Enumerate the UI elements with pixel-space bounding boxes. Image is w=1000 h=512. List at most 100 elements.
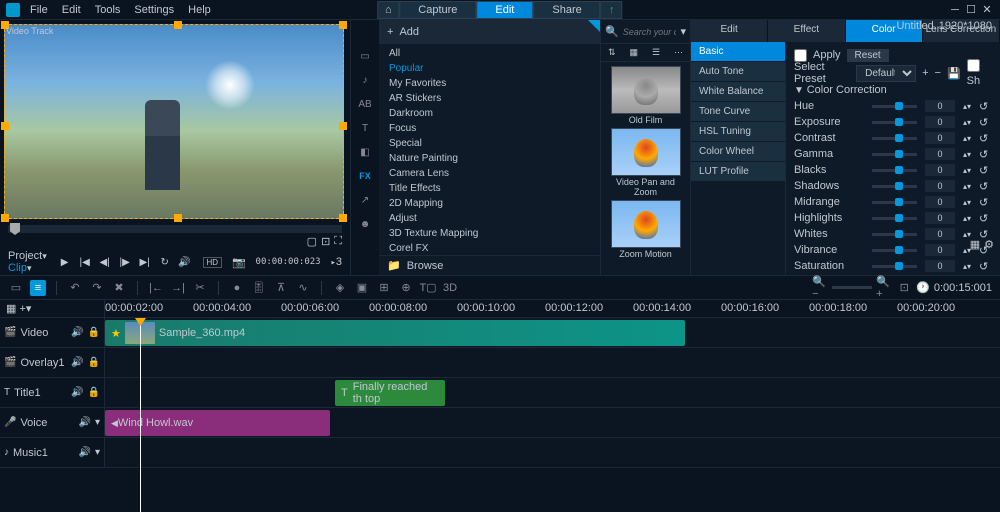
search-input[interactable] [623,27,677,37]
redo-icon[interactable]: ↷ [89,280,105,296]
prop-value[interactable]: 0 [925,196,955,208]
next-icon[interactable]: ▶| [137,254,153,270]
delete-icon[interactable]: ✖ [111,280,127,296]
title-icon[interactable]: T [356,120,374,136]
mute-icon[interactable]: 🔊 [71,357,83,368]
settings-icon[interactable]: ⚙ [984,238,994,251]
prop-slider[interactable] [872,217,917,220]
transition-icon[interactable]: AB [356,96,374,112]
prop-value[interactable]: 0 [925,148,955,160]
snapshot-icon[interactable]: 📷 [232,256,246,269]
tab-effect[interactable]: Effect [768,20,845,42]
subtab-item[interactable]: Basic [691,42,785,61]
crop-icon[interactable]: ▢ [307,235,317,248]
category-item[interactable]: My Favorites [379,76,600,91]
prop-slider[interactable] [872,185,917,188]
tab-edit[interactable]: Edit [476,1,533,19]
undo-icon[interactable]: ↶ [67,280,83,296]
prop-value[interactable]: 0 [925,180,955,192]
subtab-item[interactable]: Color Wheel [691,142,785,161]
reset-prop-icon[interactable]: ↺ [979,164,988,177]
multicam-icon[interactable]: ⊞ [376,280,392,296]
frame-fwd-icon[interactable]: |▶ [117,254,133,270]
minimize-icon[interactable]: ─ [948,5,962,15]
category-item[interactable]: Title Effects [379,181,600,196]
upload-icon[interactable]: ↑ [601,1,623,19]
loop-icon[interactable]: ↻ [157,254,173,270]
stepper-icon[interactable]: ▴▾ [963,198,971,207]
prop-value[interactable]: 0 [925,132,955,144]
storyboard-icon[interactable]: ▭ [8,280,24,296]
chapter-icon[interactable]: ◈ [332,280,348,296]
remove-preset-icon[interactable]: − [935,67,941,79]
guides-icon[interactable]: ▦ [970,238,980,251]
mark-in-icon[interactable]: |← [148,280,164,296]
marker-icon[interactable]: HD [203,257,223,268]
reset-prop-icon[interactable]: ↺ [979,100,988,113]
grid-icon[interactable]: ▦ [629,47,638,58]
menu-edit[interactable]: Edit [62,4,81,16]
fit-icon[interactable]: ⊡ [321,235,330,248]
reset-prop-icon[interactable]: ↺ [979,196,988,209]
expand-icon[interactable]: ⋯ [674,47,683,58]
category-item[interactable]: Corel FX [379,241,600,255]
menu-tools[interactable]: Tools [95,4,121,16]
track-motion-icon[interactable]: ⊕ [398,280,414,296]
chevron-down-icon[interactable]: ▾ [95,417,100,428]
add-button[interactable]: + Add [379,20,600,44]
prop-slider[interactable] [872,265,917,268]
prop-slider[interactable] [872,137,917,140]
fx-icon[interactable]: FX [356,168,374,184]
prop-value[interactable]: 0 [925,100,955,112]
record-icon[interactable]: ● [229,280,245,296]
sort-icon[interactable]: ⇅ [608,47,616,58]
tab-edit-props[interactable]: Edit [691,20,768,42]
reset-prop-icon[interactable]: ↺ [979,148,988,161]
mute-icon[interactable]: 🔊 [71,327,83,338]
add-preset-icon[interactable]: + [922,67,928,79]
chevron-down-icon[interactable]: ▾ [95,447,100,458]
lock-icon[interactable]: 🔒 [88,387,100,398]
subtab-item[interactable]: HSL Tuning [691,122,785,141]
subtab-item[interactable]: LUT Profile [691,162,785,181]
browse-button[interactable]: 📁Browse [379,255,600,275]
category-item[interactable]: Camera Lens [379,166,600,181]
title-clip[interactable]: T Finally reached th top [335,380,445,406]
overlay-track-icon[interactable]: 🎬 [4,357,16,368]
path-icon[interactable]: ↗ [356,192,374,208]
preview-scrubber[interactable] [8,225,342,233]
stepper-icon[interactable]: ▴▾ [963,166,971,175]
category-item[interactable]: All [379,46,600,61]
prop-slider[interactable] [872,153,917,156]
save-preset-icon[interactable]: 💾 [947,67,961,80]
voice-track-icon[interactable]: 🎤 [4,417,16,428]
lock-icon[interactable]: 🔒 [88,327,100,338]
home-icon[interactable]: ⌂ [377,1,399,19]
reset-prop-icon[interactable]: ↺ [979,132,988,145]
video-track-icon[interactable]: 🎬 [4,327,16,338]
stepper-icon[interactable]: ▴▾ [963,150,971,159]
stepper-icon[interactable]: ▴▾ [963,182,971,191]
zoom-slider[interactable] [832,286,872,289]
overlay-icon[interactable]: ◧ [356,144,374,160]
mute-icon[interactable]: 🔊 [79,447,91,458]
list-icon[interactable]: ☰ [652,47,660,58]
subtitle-icon[interactable]: T▢ [420,280,436,296]
reset-prop-icon[interactable]: ↺ [979,212,988,225]
prev-icon[interactable]: |◀ [77,254,93,270]
preview-viewport[interactable] [4,24,344,219]
ar-icon[interactable]: ☻ [356,216,374,232]
fit-timeline-icon[interactable]: ⊡ [896,280,912,296]
tab-capture[interactable]: Capture [399,1,476,19]
split-icon[interactable]: ✂ [192,280,208,296]
apply-checkbox[interactable] [794,49,807,62]
prop-value[interactable]: 0 [925,116,955,128]
stepper-icon[interactable]: ▴▾ [963,134,971,143]
fullscreen-icon[interactable]: ⛶ [334,235,342,248]
lock-icon[interactable]: 🔒 [88,357,100,368]
category-item[interactable]: Nature Painting [379,151,600,166]
prop-slider[interactable] [872,169,917,172]
prop-slider[interactable] [872,105,917,108]
prop-value[interactable]: 0 [925,244,955,256]
category-item[interactable]: 2D Mapping [379,196,600,211]
